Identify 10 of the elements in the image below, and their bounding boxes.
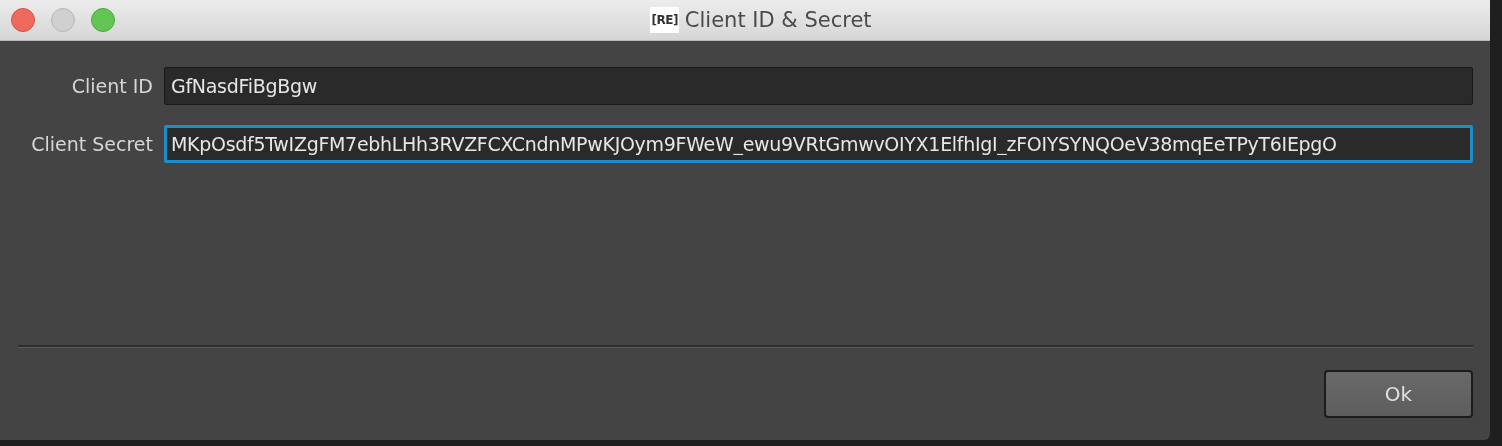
minimize-button[interactable] bbox=[51, 8, 75, 32]
field-label: Client Secret bbox=[30, 133, 154, 155]
input-field[interactable]: MKpOsdf5TwIZgFM7ebhLHh3RVZFCXCndnMPwKJOym9FWeW_ewu9VRtGmwvOIYX1ElfhIgI_zFOIYSYNQOeV38mqEeTPyT6IEpgO bbox=[164, 125, 1473, 163]
field-label: Client ID bbox=[70, 75, 154, 97]
close-button[interactable] bbox=[11, 8, 35, 32]
input-field[interactable]: GfNasdFiBgBgw bbox=[164, 67, 1473, 105]
ok-button[interactable]: Ok bbox=[1324, 370, 1473, 418]
app-icon: [RE] bbox=[650, 7, 679, 33]
window-title: Client ID & Secret bbox=[684, 8, 872, 32]
zoom-button[interactable] bbox=[91, 8, 115, 32]
